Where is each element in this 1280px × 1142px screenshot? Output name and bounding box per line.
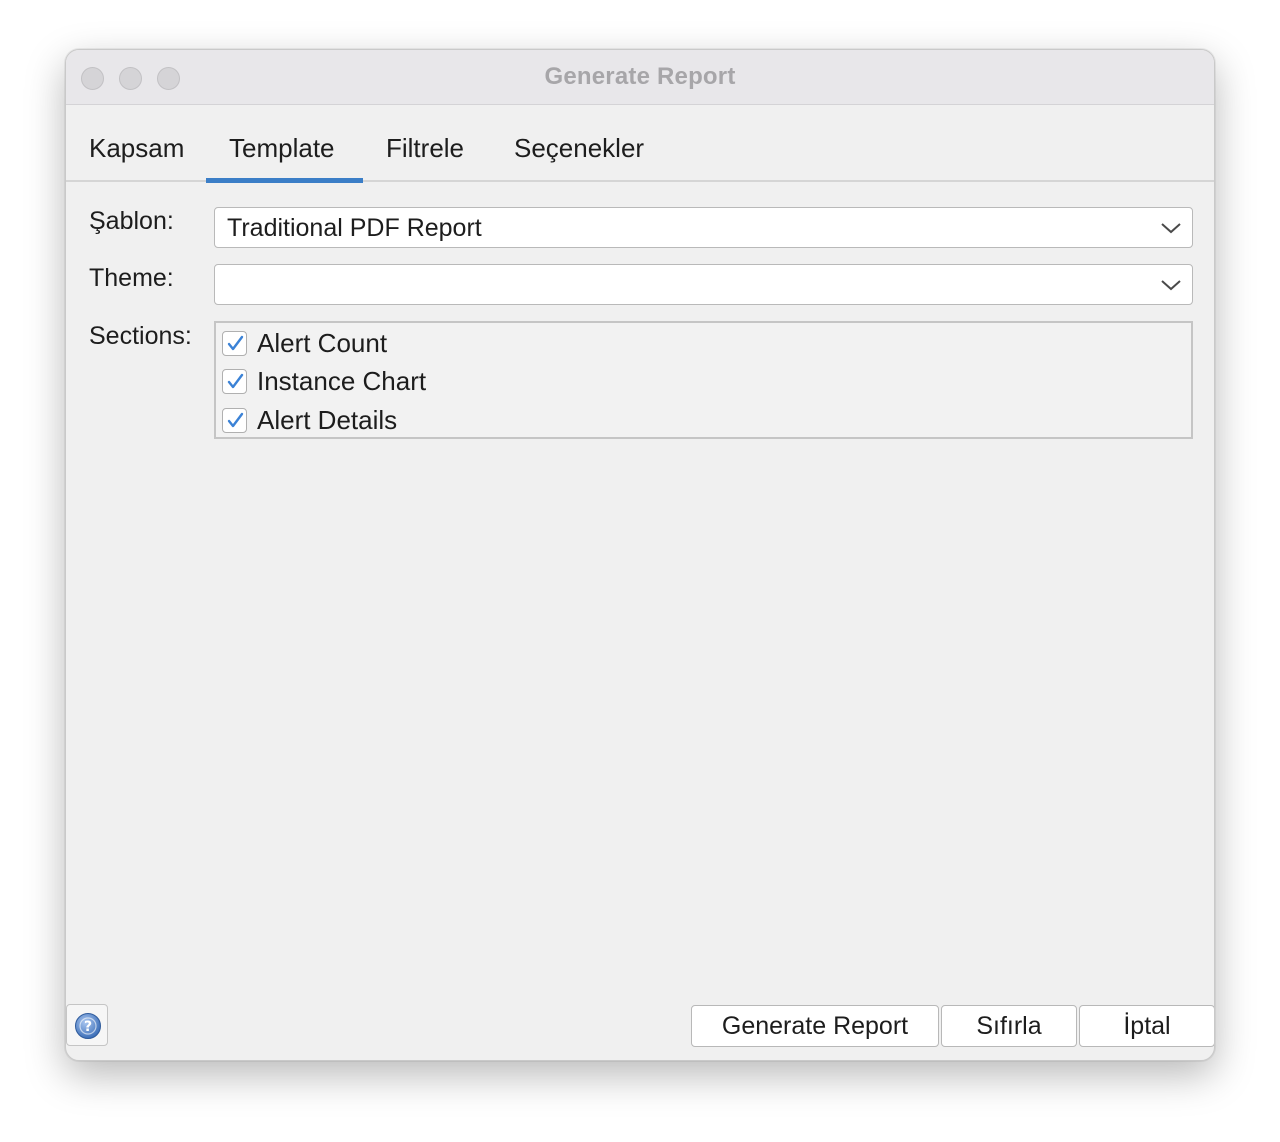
tab-secenekler[interactable]: Seçenekler xyxy=(514,133,644,164)
svg-text:?: ? xyxy=(84,1019,92,1035)
chevron-down-icon xyxy=(1161,223,1181,234)
theme-label: Theme: xyxy=(89,264,174,292)
tab-bar: Kapsam Template Filtrele Seçenekler xyxy=(66,105,1214,183)
checkmark-icon xyxy=(227,373,244,389)
help-button[interactable]: ? xyxy=(66,1004,108,1046)
tab-template[interactable]: Template xyxy=(229,133,335,164)
title-bar[interactable]: Generate Report xyxy=(66,50,1214,105)
sections-label: Sections: xyxy=(89,322,192,350)
theme-dropdown[interactable] xyxy=(214,264,1193,305)
alert-count-label: Alert Count xyxy=(257,328,388,358)
cancel-button[interactable]: İptal xyxy=(1079,1005,1214,1047)
instance-chart-label: Instance Chart xyxy=(257,366,427,396)
generate-report-dialog: Generate Report Kapsam Template Filtrele… xyxy=(65,49,1215,1061)
template-dropdown[interactable]: Traditional PDF Report xyxy=(214,207,1193,248)
checkmark-icon xyxy=(227,412,244,428)
reset-button[interactable]: Sıfırla xyxy=(941,1005,1077,1047)
checkmark-icon xyxy=(227,335,244,351)
alert-details-checkbox[interactable] xyxy=(222,408,247,433)
alert-count-checkbox[interactable] xyxy=(222,331,247,356)
template-dropdown-value: Traditional PDF Report xyxy=(227,214,482,242)
tab-kapsam[interactable]: Kapsam xyxy=(89,133,184,164)
selected-tab-indicator xyxy=(206,178,363,183)
instance-chart-checkbox[interactable] xyxy=(222,369,247,394)
chevron-down-icon xyxy=(1161,280,1181,291)
generate-report-button[interactable]: Generate Report xyxy=(691,1005,939,1047)
template-label: Şablon: xyxy=(89,207,174,235)
sections-list: Alert Count Instance Chart Alert Details xyxy=(214,321,1193,439)
tab-filtrele[interactable]: Filtrele xyxy=(386,133,464,164)
help-icon: ? xyxy=(75,1013,101,1039)
window-title: Generate Report xyxy=(544,63,736,90)
alert-details-label: Alert Details xyxy=(257,405,398,435)
